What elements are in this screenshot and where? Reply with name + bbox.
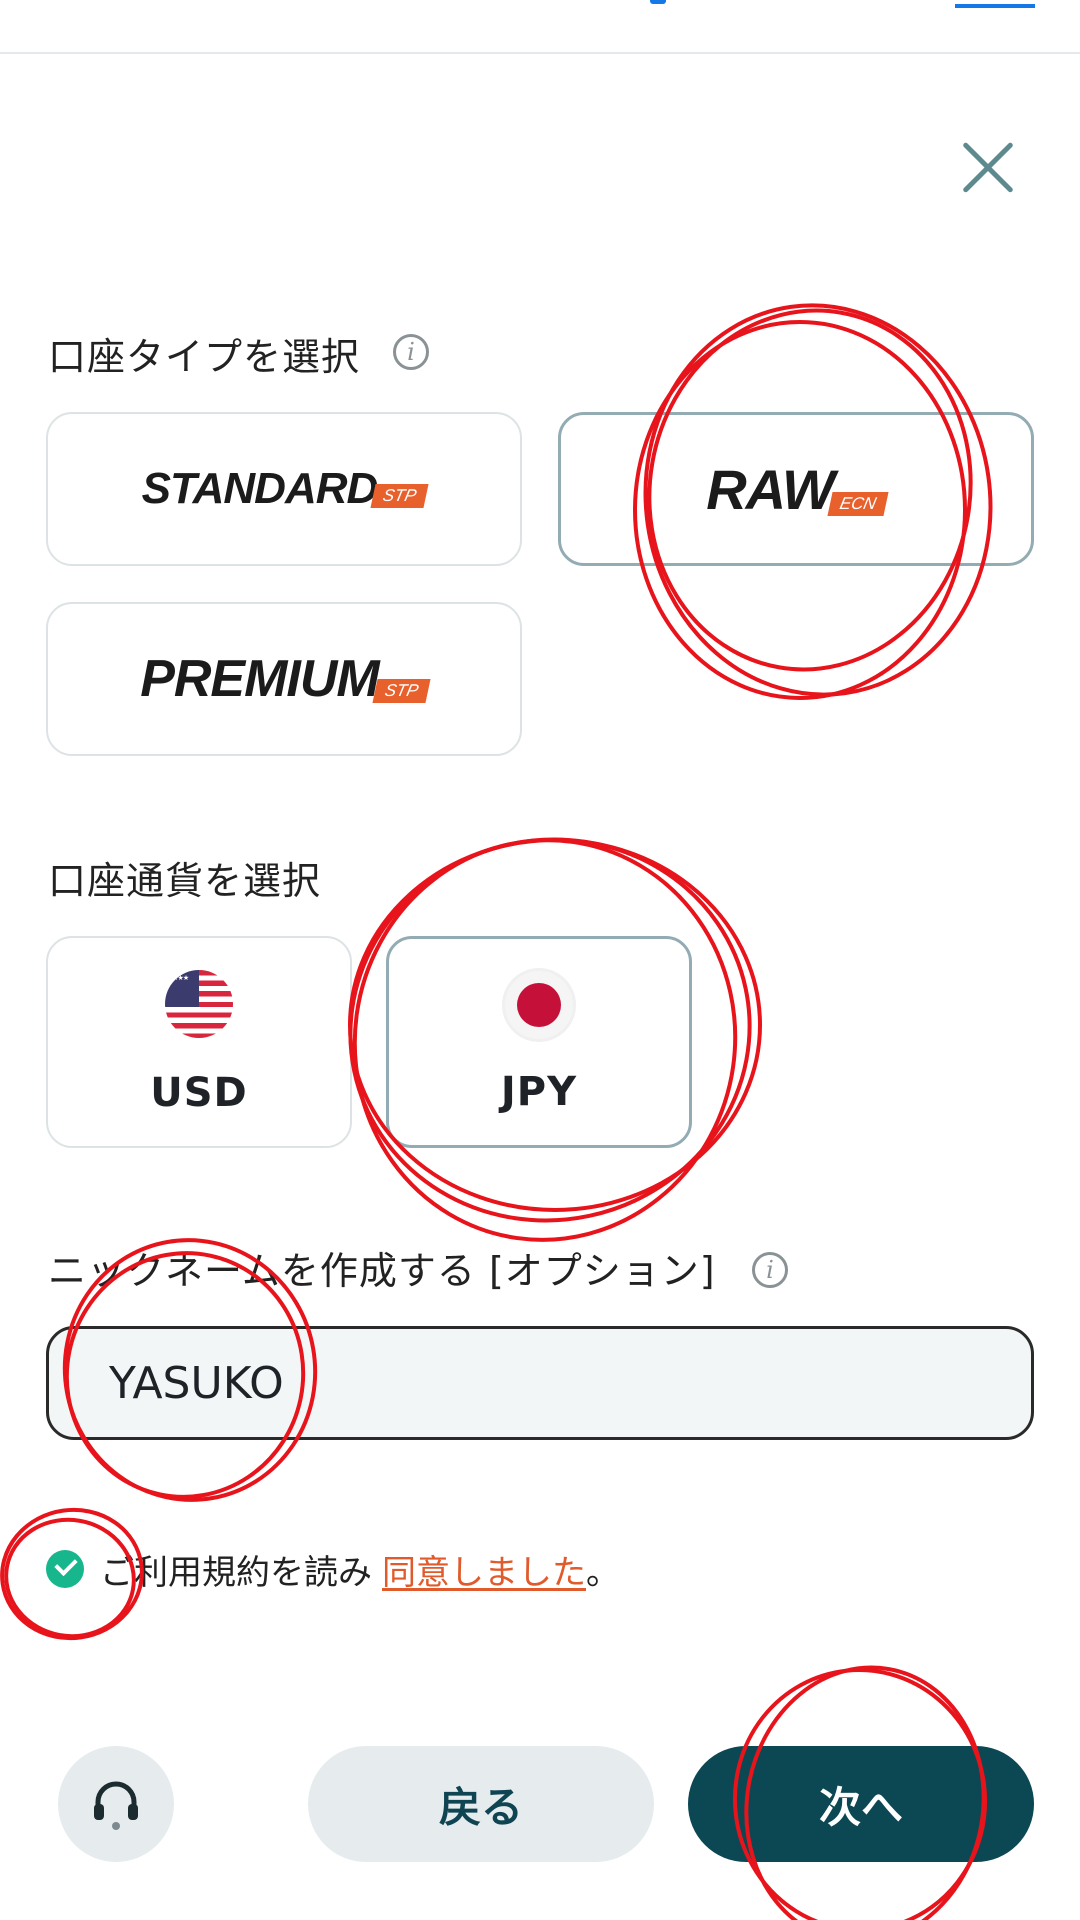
account-type-label: 口座タイプを選択 <box>48 335 361 379</box>
currency-card-usd[interactable]: USD <box>46 936 352 1148</box>
account-card-premium[interactable]: PREMIUM STP <box>46 602 522 756</box>
nickname-label: ニックネームを作成する [オプション] <box>48 1249 716 1293</box>
premium-logo: PREMIUM STP <box>140 649 431 709</box>
terms-link[interactable]: 同意しました <box>382 1545 586 1594</box>
terms-row: ご利用規約を読み 同意しました 。 <box>46 1544 620 1594</box>
next-button[interactable]: 次へ <box>688 1746 1034 1862</box>
jp-flag-icon <box>505 971 573 1039</box>
currency-card-jpy[interactable]: JPY <box>386 936 692 1148</box>
headset-icon <box>94 1781 138 1830</box>
info-icon[interactable]: i <box>752 1252 788 1288</box>
currency-label: 口座通貨を選択 <box>48 859 322 903</box>
support-button[interactable] <box>58 1746 174 1862</box>
terms-text: ご利用規約を読み <box>100 1552 372 1593</box>
nickname-input[interactable] <box>46 1326 1034 1440</box>
terms-suffix: 。 <box>586 1552 620 1593</box>
info-icon[interactable]: i <box>393 334 429 370</box>
currency-code: JPY <box>500 1069 578 1115</box>
standard-logo: STANDARD STP <box>142 464 429 514</box>
top-bar <box>0 0 1080 54</box>
us-flag-icon <box>165 970 233 1038</box>
account-card-standard[interactable]: STANDARD STP <box>46 412 522 566</box>
top-tab-indicator <box>650 0 666 4</box>
currency-code: USD <box>150 1070 248 1116</box>
top-tab-indicator-2 <box>955 0 1035 8</box>
close-icon[interactable] <box>952 132 1024 204</box>
account-card-raw[interactable]: RAW ECN <box>558 412 1034 566</box>
back-button[interactable]: 戻る <box>308 1746 654 1862</box>
check-circle-icon[interactable] <box>46 1550 84 1588</box>
raw-logo: RAW ECN <box>706 457 889 522</box>
